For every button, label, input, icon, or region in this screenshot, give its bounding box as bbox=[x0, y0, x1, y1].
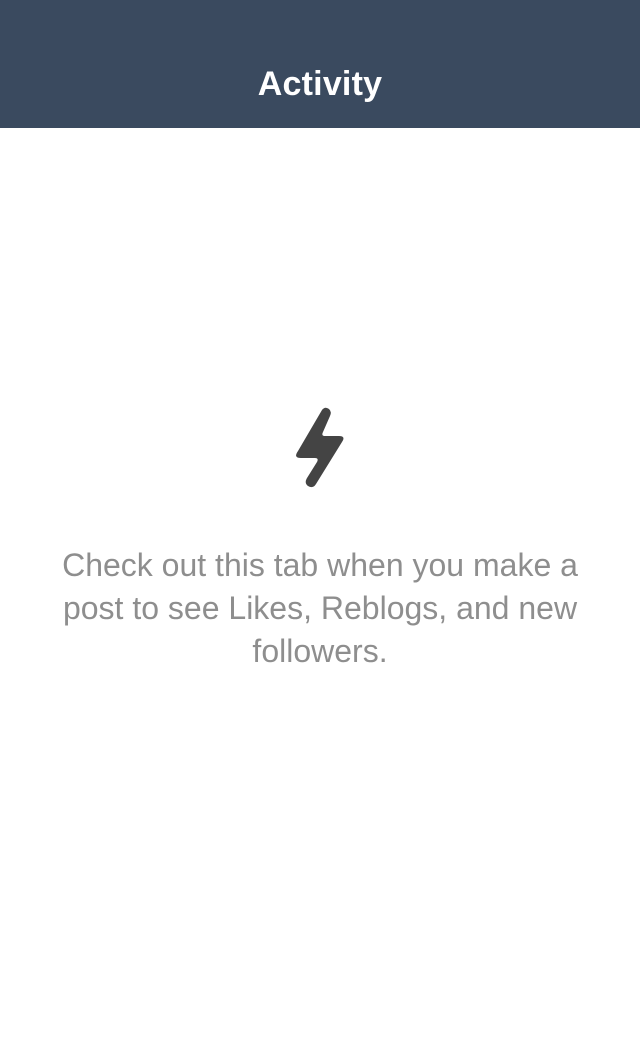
page-title: Activity bbox=[257, 65, 383, 103]
empty-state-message: Check out this tab when you make a post … bbox=[62, 547, 578, 669]
activity-screen: Activity Check out this tab when you mak… bbox=[0, 0, 640, 1048]
empty-state: Check out this tab when you make a post … bbox=[0, 404, 640, 673]
navigation-bar: Activity bbox=[0, 0, 640, 128]
lightning-bolt-icon bbox=[296, 407, 344, 488]
